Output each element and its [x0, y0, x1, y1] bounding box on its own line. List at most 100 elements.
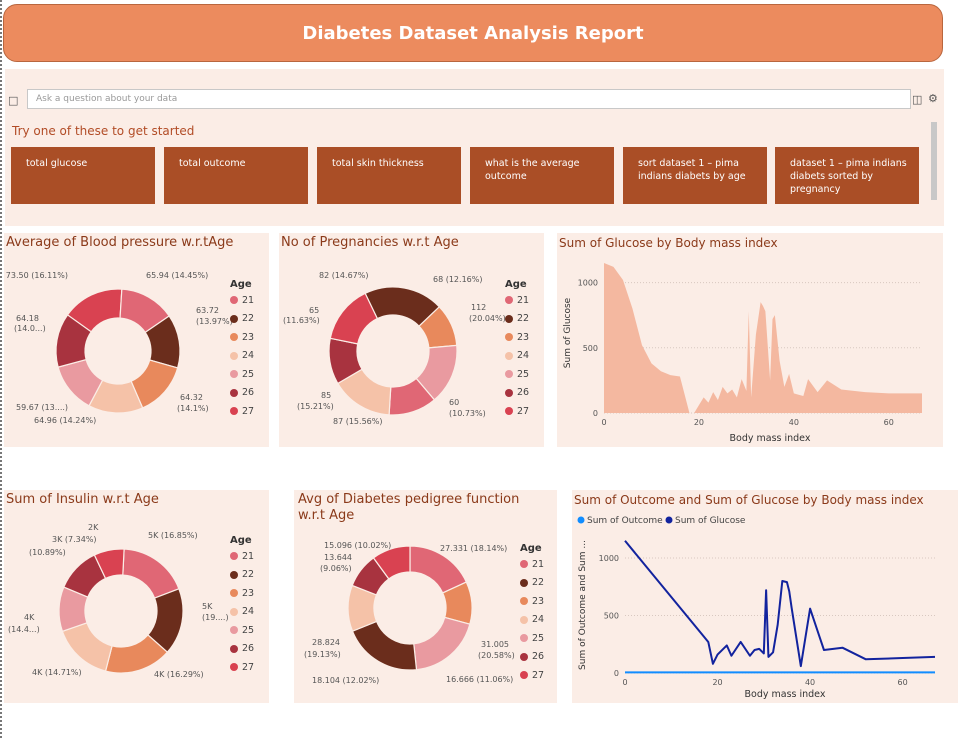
- slice-label: 64.18: [16, 314, 39, 323]
- legend-label: 25: [242, 368, 255, 380]
- y-tick-label: 1000: [599, 554, 619, 563]
- legend-dot: [520, 560, 528, 568]
- legend-dot: [230, 607, 238, 616]
- legend-label: 21: [242, 550, 255, 562]
- legend-label: 22: [242, 313, 255, 324]
- qa-search-input[interactable]: Ask a question about your data: [27, 89, 911, 109]
- legend-dot: [230, 388, 238, 397]
- legend-item-age-23[interactable]: 23: [230, 587, 254, 599]
- legend-item-age-26[interactable]: 26: [230, 643, 254, 655]
- legend-item-age-25[interactable]: 25: [505, 368, 529, 380]
- legend-dot: [505, 370, 513, 378]
- legend-item-age-27[interactable]: 27: [505, 405, 529, 417]
- report-title-banner: Diabetes Dataset Analysis Report: [3, 4, 943, 62]
- legend-item-age-27[interactable]: 27: [520, 669, 544, 681]
- legend-item-age-26[interactable]: 26: [230, 387, 254, 399]
- suggestion-button[interactable]: total glucose: [11, 147, 155, 204]
- legend-item-age-25[interactable]: 25: [230, 624, 254, 636]
- slice-label: 27.331 (18.14%): [440, 544, 507, 553]
- donut-slice-age-22[interactable]: [351, 620, 418, 671]
- slice-label: (11.63%): [283, 316, 320, 325]
- slice-label: 13.644: [324, 553, 352, 562]
- legend-item-age-21[interactable]: 21: [230, 550, 254, 562]
- insulin-chart-panel: Sum of Insulin w.r.t Age 2K 3K (7.34%) (…: [4, 490, 269, 703]
- slice-label: 65.94 (14.45%): [146, 271, 208, 280]
- bp-legend: 21 22 23 24 25 26 27: [230, 294, 254, 424]
- glucose-area[interactable]: [604, 263, 922, 413]
- pedigree-legend: 21 22 23 24 25 26 27: [520, 558, 544, 688]
- legend-item-age-27[interactable]: 27: [230, 661, 254, 673]
- donut-slice-age-24[interactable]: [61, 622, 113, 672]
- legend-item-age-24[interactable]: 24: [230, 350, 254, 362]
- legend-item-age-23[interactable]: 23: [230, 331, 254, 343]
- legend-dot: [520, 615, 528, 624]
- donut-slice-age-25[interactable]: [413, 616, 471, 671]
- slice-label: 2K: [88, 523, 99, 532]
- legend-item-age-22[interactable]: 22: [230, 569, 254, 581]
- slice-label: (14.0...): [14, 324, 46, 333]
- legend-label: 23: [517, 331, 530, 343]
- pregnancy-chart-panel: No of Pregnancies w.r.t Age 82 (14.67%) …: [279, 233, 544, 447]
- legend-item-age-24[interactable]: 24: [520, 614, 544, 626]
- glucose-area-svg: 0 500 1000 0 20 40 60 Sum of Glucose Body mass…: [563, 263, 922, 444]
- legend-dot: [230, 407, 238, 415]
- x-tick-label: 60: [898, 678, 908, 687]
- slice-label: 15.096 (10.02%): [324, 541, 391, 550]
- x-tick-label: 0: [622, 678, 627, 687]
- legend-dot: [505, 314, 513, 323]
- glucose-line[interactable]: [624, 540, 936, 668]
- slice-label: (19....): [202, 613, 229, 622]
- suggestion-button[interactable]: dataset 1 – pima indians diabets sorted …: [775, 147, 919, 204]
- legend-item-age-21[interactable]: 21: [520, 558, 544, 570]
- slice-label: 64.96 (14.24%): [34, 416, 96, 425]
- qa-try-label: Try one of these to get started: [12, 124, 195, 138]
- qa-scrollbar[interactable]: [931, 122, 937, 200]
- legend-item-age-27[interactable]: 27: [230, 405, 254, 417]
- slice-label: 28.824: [312, 638, 340, 647]
- legend-item-age-26[interactable]: 26: [505, 387, 529, 399]
- x-tick-label: 60: [884, 418, 894, 427]
- legend-dot: [520, 652, 528, 661]
- legend-item-age-23[interactable]: 23: [505, 331, 529, 343]
- legend-dot: [520, 634, 528, 642]
- legend-label: 27: [242, 661, 255, 673]
- slice-label: 85: [321, 391, 331, 400]
- legend-label: 26: [517, 387, 530, 398]
- legend-item-age-26[interactable]: 26: [520, 651, 544, 663]
- legend-item-age-22[interactable]: 22: [520, 577, 544, 589]
- legend-item-age-21[interactable]: 21: [230, 294, 254, 306]
- share-icon[interactable]: ◫: [912, 93, 922, 106]
- suggestion-button[interactable]: total outcome: [164, 147, 308, 204]
- x-tick-label: 20: [694, 418, 704, 427]
- y-axis-title: Sum of Glucose: [563, 297, 573, 368]
- legend-dot: [230, 552, 238, 560]
- legend-item-age-25[interactable]: 25: [520, 632, 544, 644]
- slice-label: (19.13%): [304, 650, 341, 659]
- legend-dot: [505, 333, 513, 341]
- x-tick-label: 40: [789, 418, 799, 427]
- legend-dot: [230, 644, 238, 653]
- slice-label: 68 (12.16%): [433, 275, 482, 284]
- bp-chart-panel: Average of Blood pressure w.r.tAge 73.50…: [4, 233, 269, 447]
- slice-label: 3K (7.34%): [52, 535, 97, 544]
- slice-label: (20.58%): [478, 651, 515, 660]
- legend-dot: [230, 626, 238, 634]
- insulin-legend: 21 22 23 24 25 26 27: [230, 550, 254, 680]
- legend-label: 23: [242, 331, 255, 343]
- suggestion-button[interactable]: total skin thickness: [317, 147, 461, 204]
- legend-label: 22: [532, 577, 545, 588]
- legend-item-age-22[interactable]: 22: [230, 313, 254, 325]
- gear-icon[interactable]: ⚙: [928, 92, 938, 105]
- legend-item-age-22[interactable]: 22: [505, 313, 529, 325]
- legend-label: 24: [532, 614, 545, 625]
- legend-label: 21: [242, 294, 255, 306]
- legend-item-age-23[interactable]: 23: [520, 595, 544, 607]
- suggestion-button[interactable]: sort dataset 1 – pima indians diabets by…: [623, 147, 767, 204]
- legend-label: 22: [242, 569, 255, 580]
- legend-item-age-21[interactable]: 21: [505, 294, 529, 306]
- suggestion-button[interactable]: what is the average outcome: [470, 147, 614, 204]
- legend-item-age-24[interactable]: 24: [230, 606, 254, 618]
- donut-slice-age-21[interactable]: [122, 548, 180, 599]
- legend-item-age-24[interactable]: 24: [505, 350, 529, 362]
- legend-item-age-25[interactable]: 25: [230, 368, 254, 380]
